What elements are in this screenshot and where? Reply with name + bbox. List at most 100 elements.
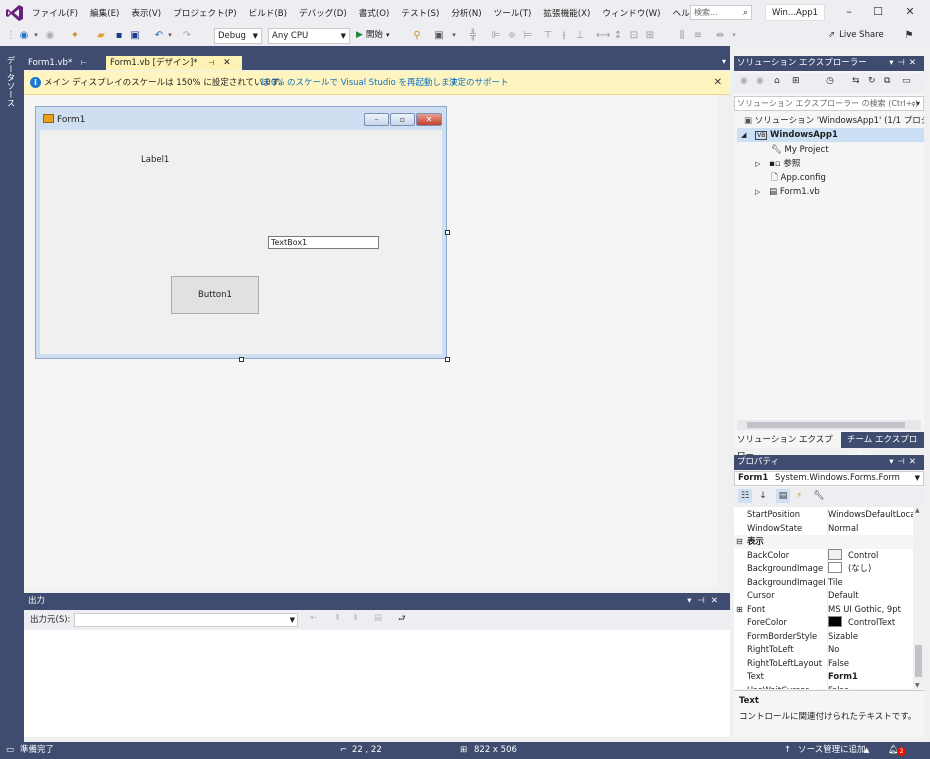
data-sources-tab[interactable]: データソース — [4, 56, 16, 107]
properties-view-icon[interactable]: ▤ — [776, 489, 790, 503]
label1-control[interactable]: Label1 — [141, 155, 169, 165]
undo-dropdown-icon[interactable]: ▾ — [166, 28, 174, 43]
property-grid-scrollbar[interactable]: ▲ ▼ — [913, 507, 924, 689]
property-category[interactable]: ⊟ 表示 — [734, 535, 913, 549]
expand-icon[interactable]: ⊞ — [736, 603, 743, 617]
back-icon[interactable]: ◉ — [18, 28, 30, 43]
property-value[interactable]: Default — [827, 589, 913, 603]
pending-changes-icon[interactable]: ◷ — [826, 76, 834, 86]
center-horizontally-icon[interactable]: ⇹ — [714, 28, 726, 43]
size-to-grid-icon[interactable]: ⊞ — [644, 28, 656, 43]
solution-platform-select[interactable]: Any CPU ▼ — [268, 28, 350, 44]
maximize-button[interactable]: ☐ — [864, 2, 892, 22]
resize-handle-corner[interactable] — [445, 357, 450, 362]
collapse-all-icon[interactable]: ⧉ — [884, 76, 890, 86]
restart-100-scale-link[interactable]: 100% のスケールで Visual Studio を再起動します — [260, 71, 458, 95]
property-row[interactable]: WindowState Normal — [734, 521, 913, 535]
vertical-spacing-icon[interactable]: ≡ — [692, 28, 704, 43]
properties-icon[interactable]: ▭ — [902, 76, 911, 86]
property-pages-icon[interactable]: 🔧︎ — [812, 489, 826, 503]
tree-item-references[interactable]: ▷ ▪▫ 参照 — [755, 157, 800, 171]
property-row[interactable]: StartPosition WindowsDefaultLocation — [734, 508, 913, 522]
forward-icon[interactable]: ◉ — [44, 28, 56, 43]
align-top-icon[interactable]: ⊤ — [542, 28, 554, 43]
resize-handle-right[interactable] — [445, 230, 450, 235]
property-row[interactable]: FormBorderStyle Sizable — [734, 629, 913, 643]
search-box[interactable]: 検索... ⌕ — [690, 5, 752, 20]
alphabetical-icon[interactable]: ↓ — [756, 489, 770, 503]
scrollbar-thumb[interactable] — [747, 422, 905, 428]
panel-controls[interactable]: ▾⊣✕ — [889, 455, 920, 470]
tree-item-my-project[interactable]: 🔧︎ My Project — [771, 143, 829, 157]
tree-item-app-config[interactable]: 🗋︎ App.config — [771, 171, 826, 185]
property-value[interactable]: Tile — [827, 575, 913, 589]
panel-controls[interactable]: ▾⊣✕ — [687, 593, 724, 610]
menu-analyze[interactable]: 分析(N) — [445, 7, 487, 19]
categorized-icon[interactable]: ☷ — [738, 489, 752, 503]
align-middle-icon[interactable]: ⫲ — [558, 28, 570, 43]
open-file-icon[interactable]: ▰ — [94, 28, 108, 43]
save-all-icon[interactable]: ▣ — [128, 28, 142, 43]
solution-horizontal-scrollbar[interactable] — [737, 420, 921, 430]
menu-format[interactable]: 書式(O) — [353, 7, 396, 19]
find-icon[interactable]: ⚲ — [410, 28, 424, 43]
help-me-decide-link[interactable]: 決定のサポート — [449, 71, 509, 95]
same-width-icon[interactable]: ⟷ — [596, 28, 610, 43]
close-tab-icon[interactable]: ✕ — [223, 58, 231, 68]
tree-item-project[interactable]: ◢ VB WindowsApp1 — [737, 128, 924, 142]
minimize-button[interactable]: – — [835, 2, 863, 22]
form1-titlebar[interactable]: Form1 – ▫ ✕ — [37, 110, 443, 130]
back-dropdown-icon[interactable]: ▾ — [32, 28, 40, 43]
property-value[interactable]: Normal — [827, 521, 913, 535]
align-grid-icon[interactable]: ╬ — [466, 28, 480, 43]
property-value[interactable]: No — [827, 643, 913, 657]
new-project-icon[interactable]: ✦ — [68, 28, 82, 43]
property-row[interactable]: RightToLeft No — [734, 643, 913, 657]
tab-form1-design[interactable]: Form1.vb [デザイン]* ⊣ ✕ — [106, 56, 242, 70]
tab-overflow-icon[interactable]: ▾ — [722, 57, 726, 66]
clear-all-icon[interactable]: ▤ — [374, 613, 382, 623]
property-row[interactable]: UseWaitCursorFalse — [734, 683, 913, 689]
home-icon[interactable]: ⌂ — [774, 76, 780, 86]
refresh-icon[interactable]: ↻ — [868, 76, 876, 86]
property-row[interactable]: RightToLeftLayout False — [734, 656, 913, 670]
forward-icon[interactable]: ◉ — [756, 76, 764, 86]
visual-studio-logo-icon[interactable] — [6, 4, 24, 22]
redo-icon[interactable]: ↷ — [180, 28, 194, 43]
property-row[interactable]: BackgroundImageLayoutTile — [734, 575, 913, 589]
pin-icon[interactable]: ⊢ — [81, 59, 87, 67]
align-center-icon[interactable]: ≑ — [506, 28, 518, 43]
back-icon[interactable]: ◉ — [740, 76, 748, 86]
property-row[interactable]: BackgroundImage (なし) — [734, 562, 913, 576]
property-value[interactable]: (なし) — [827, 562, 913, 576]
scrollbar-thumb[interactable] — [915, 645, 922, 677]
collapse-icon[interactable]: ⊟ — [736, 535, 743, 549]
property-value[interactable]: ControlText — [827, 616, 913, 630]
tab-team-explorer[interactable]: チーム エクスプローラー — [844, 432, 924, 461]
menu-view[interactable]: 表示(V) — [125, 7, 167, 19]
events-icon[interactable]: ⚡ — [792, 489, 806, 503]
feedback-icon[interactable]: ⚑ — [902, 28, 916, 43]
same-size-icon[interactable]: ⊡ — [628, 28, 640, 43]
property-value[interactable]: False — [827, 656, 913, 670]
form1-client-area[interactable] — [40, 130, 442, 354]
align-right-icon[interactable]: ⊨ — [522, 28, 534, 43]
solution-search-input[interactable]: ソリューション エクスプローラー の検索 (Ctrl+;) ⌕▾ — [734, 96, 924, 111]
save-icon[interactable]: ▪ — [112, 28, 126, 43]
property-value[interactable]: False — [827, 683, 913, 689]
menu-extensions[interactable]: 拡張機能(X) — [537, 7, 596, 19]
align-bottom-icon[interactable]: ⊥ — [574, 28, 586, 43]
start-button[interactable]: ▶ 開始 ▾ — [356, 28, 400, 43]
undo-icon[interactable]: ↶ — [152, 28, 166, 43]
close-icon[interactable]: ✕ — [714, 71, 722, 95]
find-message-icon[interactable]: ⇤ — [310, 613, 317, 623]
tree-item-solution[interactable]: ▣ ソリューション 'WindowsApp1' (1/1 プロジェクト) — [744, 114, 924, 128]
previous-message-icon[interactable]: ⇞ — [334, 613, 341, 623]
live-share-button[interactable]: ⇗ Live Share — [828, 28, 890, 43]
sync-icon[interactable]: ⇆ — [852, 76, 860, 86]
property-row[interactable]: ⊞ Font MS UI Gothic, 9pt — [734, 602, 913, 617]
menu-file[interactable]: ファイル(F) — [26, 7, 84, 19]
close-window-button[interactable]: ✕ — [896, 2, 924, 22]
menu-build[interactable]: ビルド(B) — [243, 7, 293, 19]
next-message-icon[interactable]: ⇟ — [352, 613, 359, 623]
